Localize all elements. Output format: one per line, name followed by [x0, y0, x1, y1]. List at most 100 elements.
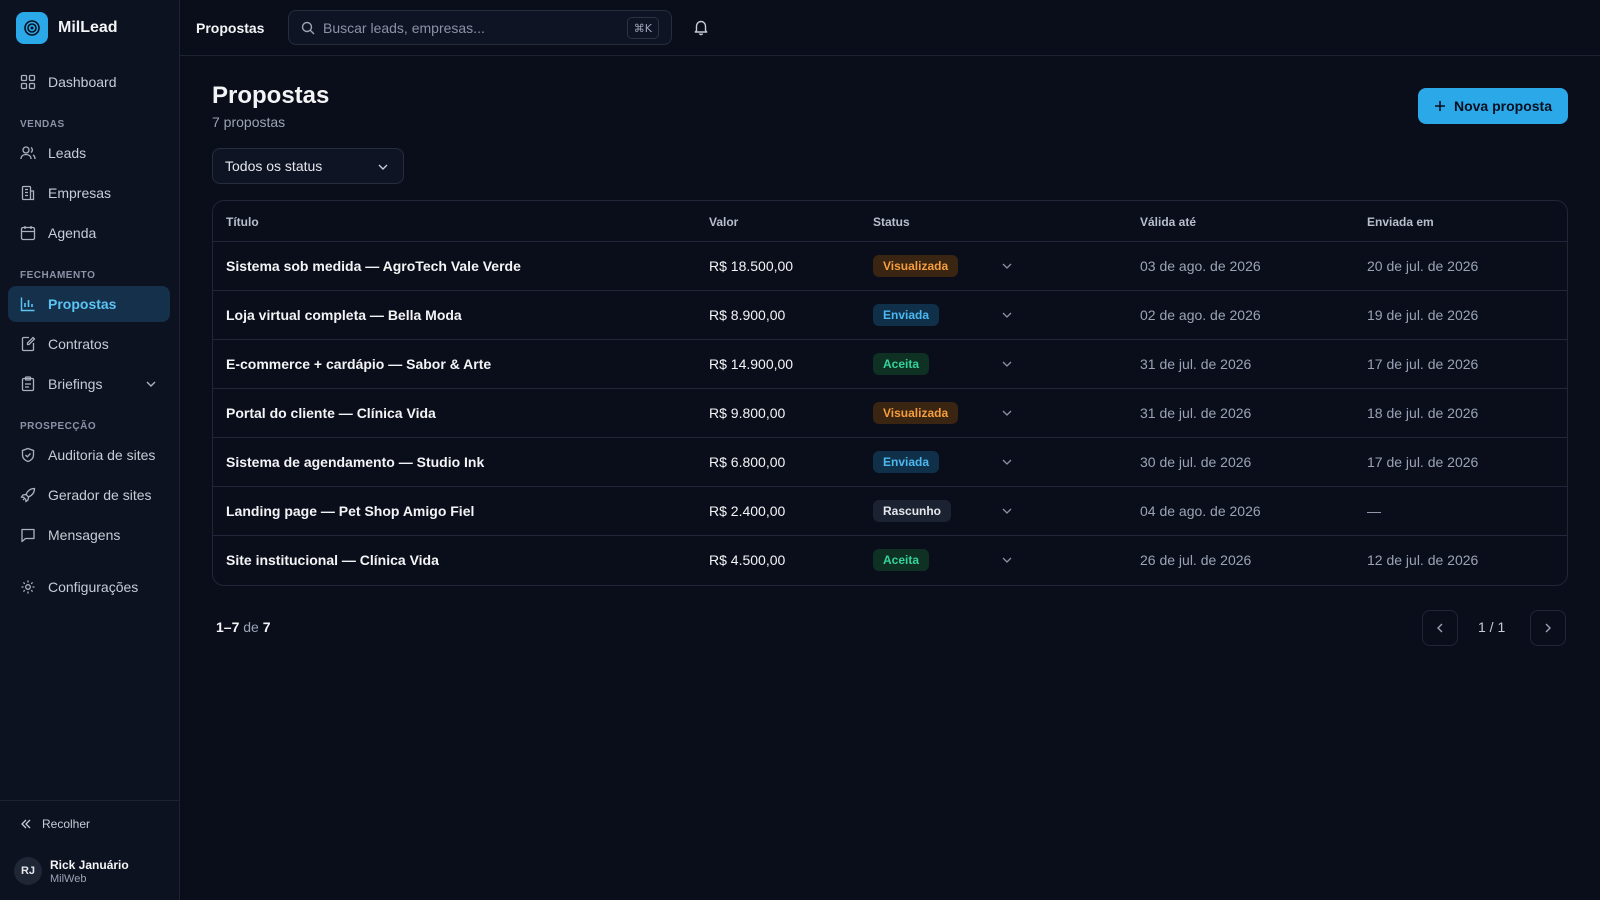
table-row[interactable]: E-commerce + cardápio — Sabor & Arte R$ 1… — [213, 340, 1567, 389]
topbar-title: Propostas — [196, 20, 265, 36]
sidebar-item-label: Contratos — [48, 336, 109, 352]
sidebar-item-agenda[interactable]: Agenda — [8, 215, 170, 251]
section-label-prospeccao: PROSPECÇÃO — [20, 421, 97, 432]
section-label-vendas: VENDAS — [20, 119, 65, 130]
proposal-title[interactable]: Site institucional — Clínica Vida — [226, 552, 439, 568]
status-badge[interactable]: Enviada — [873, 451, 940, 473]
column-header-title[interactable]: Título — [226, 215, 259, 229]
user-icon — [20, 146, 36, 160]
search-box[interactable]: ⌘K — [288, 10, 672, 45]
sidebar-item-briefings[interactable]: Briefings — [8, 366, 170, 402]
chevron-down-icon[interactable] — [1001, 407, 1013, 419]
new-proposal-button[interactable]: Nova proposta — [1418, 88, 1568, 124]
collapse-label: Recolher — [42, 817, 91, 831]
sidebar-item-mensagens[interactable]: Mensagens — [8, 517, 170, 553]
chevron-down-icon — [378, 164, 388, 170]
proposal-title[interactable]: Portal do cliente — Clínica Vida — [226, 405, 436, 421]
table-row[interactable]: Landing page — Pet Shop Amigo Fiel R$ 2.4… — [213, 487, 1567, 536]
avatar[interactable]: RJ — [14, 857, 42, 885]
page-indicator: 1 / 1 — [1478, 619, 1506, 635]
status-badge[interactable]: Aceita — [873, 353, 930, 375]
search-input[interactable] — [323, 19, 613, 36]
chevron-down-icon[interactable] — [1001, 358, 1013, 370]
brand[interactable]: MilLead — [16, 12, 118, 44]
page-subtitle: 7 propostas — [212, 114, 286, 130]
proposal-title[interactable]: Loja virtual completa — Bella Moda — [226, 307, 462, 323]
sent-at: 20 de jul. de 2026 — [1367, 258, 1479, 274]
status-badge[interactable]: Visualizada — [873, 255, 959, 277]
sent-at: — — [1367, 503, 1381, 519]
status-badge[interactable]: Enviada — [873, 304, 940, 326]
page-title: Propostas — [212, 82, 330, 109]
chevron-down-icon[interactable] — [1001, 309, 1013, 321]
shortcut-hint: ⌘K — [626, 17, 659, 39]
status-badge[interactable]: Visualizada — [873, 402, 959, 424]
proposal-value: R$ 8.900,00 — [709, 307, 786, 323]
sent-at: 17 de jul. de 2026 — [1367, 356, 1479, 372]
sidebar-item-configuracoes[interactable]: Configurações — [8, 569, 170, 605]
chevron-down-icon[interactable] — [1001, 505, 1013, 517]
proposal-value: R$ 4.500,00 — [709, 552, 786, 568]
proposal-title[interactable]: Landing page — Pet Shop Amigo Fiel — [226, 503, 474, 519]
chevron-down-icon — [146, 381, 156, 387]
sidebar-item-label: Propostas — [48, 296, 117, 312]
sidebar-item-label: Agenda — [48, 225, 97, 241]
prev-page-button[interactable] — [1422, 610, 1458, 646]
section-label-fechamento: FECHAMENTO — [20, 270, 96, 281]
table-row[interactable]: Sistema de agendamento — Studio Ink R$ 6.… — [213, 438, 1567, 487]
table-row[interactable]: Portal do cliente — Clínica Vida R$ 9.800… — [213, 389, 1567, 438]
sidebar-item-label: Gerador de sites — [48, 487, 152, 503]
collapse-button[interactable]: Recolher — [20, 817, 90, 831]
pagination-range: 1–7 — [216, 619, 240, 635]
file-edit-icon — [21, 336, 36, 352]
sidebar-item-empresas[interactable]: Empresas — [8, 175, 170, 211]
valid-until: 02 de ago. de 2026 — [1140, 307, 1261, 323]
chevrons-left-icon — [21, 819, 31, 829]
chevron-down-icon[interactable] — [1001, 554, 1013, 566]
proposal-value: R$ 18.500,00 — [709, 258, 794, 274]
sidebar-item-label: Leads — [48, 145, 87, 161]
table-row[interactable]: Sistema sob medida — AgroTech Vale Verde… — [213, 242, 1567, 291]
sent-at: 17 de jul. de 2026 — [1367, 454, 1479, 470]
chevron-down-icon[interactable] — [1001, 260, 1013, 272]
proposal-title[interactable]: E-commerce + cardápio — Sabor & Arte — [226, 356, 491, 372]
valid-until: 26 de jul. de 2026 — [1140, 552, 1252, 568]
new-proposal-label: Nova proposta — [1453, 98, 1552, 114]
sidebar-item-dashboard[interactable]: Dashboard — [8, 64, 170, 100]
proposal-title[interactable]: Sistema de agendamento — Studio Ink — [226, 454, 484, 470]
sent-at: 12 de jul. de 2026 — [1367, 552, 1479, 568]
status-filter-select[interactable]: Todos os status — [212, 148, 404, 184]
dashboard-icon — [20, 74, 36, 90]
status-filter-value: Todos os status — [225, 158, 323, 174]
sidebar-item-gerador[interactable]: Gerador de sites — [8, 477, 170, 513]
sent-at: 19 de jul. de 2026 — [1367, 307, 1479, 323]
bell-icon[interactable] — [692, 18, 710, 36]
valid-until: 03 de ago. de 2026 — [1140, 258, 1261, 274]
chevron-down-icon[interactable] — [1001, 456, 1013, 468]
search-icon — [301, 21, 315, 34]
column-header-status[interactable]: Status — [873, 215, 910, 229]
valid-until: 31 de jul. de 2026 — [1140, 405, 1252, 421]
next-page-button[interactable] — [1530, 610, 1566, 646]
logo-icon — [16, 12, 48, 44]
sidebar-item-contratos[interactable]: Contratos — [8, 326, 170, 362]
sidebar-item-leads[interactable]: Leads — [8, 135, 170, 171]
proposals-table: Título Valor Status Válida até Enviada e… — [212, 200, 1568, 586]
status-badge[interactable]: Rascunho — [873, 500, 952, 522]
table-header: Título Valor Status Válida até Enviada e… — [213, 201, 1567, 242]
table-row[interactable]: Loja virtual completa — Bella Moda R$ 8.9… — [213, 291, 1567, 340]
column-header-valida[interactable]: Válida até — [1140, 215, 1196, 229]
sidebar-item-propostas[interactable]: Propostas — [8, 286, 170, 322]
proposal-value: R$ 14.900,00 — [709, 356, 794, 372]
sidebar-item-label: Configurações — [48, 579, 139, 595]
proposal-title[interactable]: Sistema sob medida — AgroTech Vale Verde — [226, 258, 521, 274]
sidebar-item-label: Auditoria de sites — [48, 447, 156, 463]
column-header-enviada[interactable]: Enviada em — [1367, 215, 1434, 229]
sidebar-item-auditoria[interactable]: Auditoria de sites — [8, 437, 170, 473]
user-org: MilWeb — [50, 873, 87, 885]
column-header-valor[interactable]: Valor — [709, 215, 738, 229]
proposal-value: R$ 6.800,00 — [709, 454, 786, 470]
status-badge[interactable]: Aceita — [873, 549, 930, 571]
valid-until: 30 de jul. de 2026 — [1140, 454, 1252, 470]
table-row[interactable]: Site institucional — Clínica Vida R$ 4.50… — [213, 536, 1567, 585]
